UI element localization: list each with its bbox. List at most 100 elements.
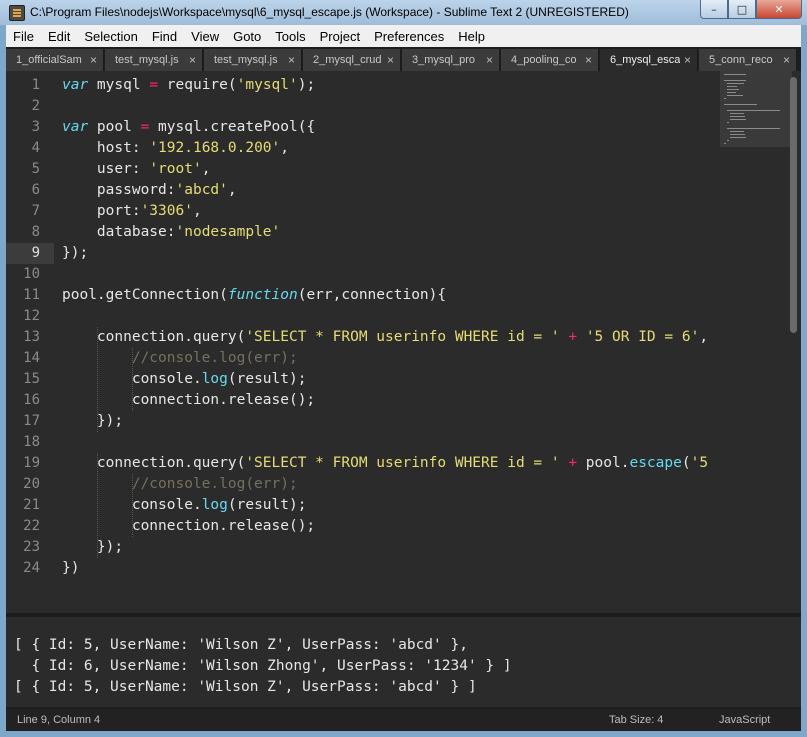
menu-preferences[interactable]: Preferences [367,29,451,44]
menu-help[interactable]: Help [451,29,492,44]
tab-1-officialsample[interactable]: 1_officialSam × [6,49,104,71]
indent-guide [132,348,133,411]
minimap-line [724,143,726,144]
tab-label: 6_mysql_esca [610,54,680,66]
line-number: 3 [31,119,40,135]
code-line[interactable]: port:'3306', [62,201,202,222]
minimap-line [730,119,746,120]
minimap-line [730,113,745,114]
tab-close-icon[interactable]: × [585,49,592,71]
code-area[interactable]: var mysql = require('mysql'); var pool = … [62,71,722,613]
tab-2-mysql-crud[interactable]: 2_mysql_crud × [303,49,401,71]
minimap-line [727,95,743,96]
menu-view[interactable]: View [184,29,226,44]
code-line[interactable]: console.log(result); [62,495,307,516]
indent-guide [97,453,98,558]
menu-edit[interactable]: Edit [41,29,77,44]
minimap-line [727,83,744,84]
line-number: 12 [23,308,40,324]
line-number: 6 [31,182,40,198]
menu-selection[interactable]: Selection [77,29,144,44]
line-number: 20 [23,476,40,492]
tab-test-mysql-1[interactable]: test_mysql.js × [105,49,203,71]
tab-label: test_mysql.js [214,54,278,66]
tab-label: 5_conn_reco [709,54,773,66]
maximize-icon: □ [736,2,748,16]
tab-6-mysql-escape[interactable]: 6_mysql_esca × [600,49,698,71]
menu-find[interactable]: Find [145,29,184,44]
minimap-line [727,122,730,123]
minimize-button[interactable]: – [700,0,728,19]
code-line[interactable]: connection.query('SELECT * FROM userinfo… [62,327,708,348]
code-line[interactable]: connection.query('SELECT * FROM userinfo… [62,453,708,474]
minimap-line [724,74,746,75]
code-line[interactable]: }); [62,537,123,558]
menu-bar: File Edit Selection Find View Goto Tools… [6,25,801,47]
line-number: 11 [23,287,40,303]
tab-close-icon[interactable]: × [486,49,493,71]
minimap-line [727,89,739,90]
line-number: 10 [23,266,40,282]
close-button[interactable]: ✕ [756,0,802,19]
vertical-scrollbar[interactable] [790,77,797,333]
line-number: 15 [23,371,40,387]
maximize-button[interactable]: □ [728,0,756,19]
line-number: 9 [31,245,40,261]
code-line[interactable]: connection.release(); [62,390,315,411]
code-line[interactable]: console.log(result); [62,369,307,390]
code-line[interactable]: }) [62,558,79,579]
line-number: 17 [23,413,40,429]
tab-size-indicator[interactable]: Tab Size: 4 [609,714,663,726]
tab-4-pooling[interactable]: 4_pooling_co × [501,49,599,71]
menu-goto[interactable]: Goto [226,29,268,44]
close-icon: ✕ [774,2,784,16]
line-number: 5 [31,161,40,177]
minimap-line [727,86,737,87]
tab-close-icon[interactable]: × [189,49,196,71]
console-output-line: [ { Id: 5, UserName: 'Wilson Z', UserPas… [14,637,468,653]
code-line[interactable]: }); [62,411,123,432]
line-number: 7 [31,203,40,219]
tab-close-icon[interactable]: × [90,49,97,71]
tab-close-icon[interactable]: × [387,49,394,71]
tab-close-icon[interactable]: × [684,49,691,71]
minimize-icon: – [711,2,717,16]
tab-label: 2_mysql_crud [313,54,382,66]
code-line[interactable]: }); [62,243,88,264]
menu-tools[interactable]: Tools [268,29,312,44]
line-number: 21 [23,497,40,513]
tab-bar: 1_officialSam × test_mysql.js × test_mys… [6,47,801,71]
menu-file[interactable]: File [6,29,41,44]
line-number: 16 [23,392,40,408]
code-editor[interactable]: 1 2 3 4 5 6 7 8 9 10 11 12 13 14 15 16 17 18 19 20 21 22 23 24 … [6,71,801,613]
line-number: 13 [23,329,40,345]
line-number: 19 [23,455,40,471]
code-line[interactable]: password:'abcd', [62,180,237,201]
minimap-line [727,92,736,93]
title-bar: C:\Program Files\nodejs\Workspace\mysql\… [0,0,807,25]
code-line[interactable]: pool.getConnection(function(err,connecti… [62,285,446,306]
code-line[interactable]: connection.release(); [62,516,315,537]
console-output-line: [ { Id: 5, UserName: 'Wilson Z', UserPas… [14,679,477,695]
minimap-line [727,110,780,111]
line-number: 23 [23,539,40,555]
tab-close-icon[interactable]: × [783,49,790,71]
tab-test-mysql-2[interactable]: test_mysql.js × [204,49,302,71]
code-line[interactable]: var pool = mysql.createPool({ [62,117,315,138]
window-frame: File Edit Selection Find View Goto Tools… [6,25,801,731]
tab-3-mysql-pro[interactable]: 3_mysql_pro × [402,49,500,71]
syntax-indicator[interactable]: JavaScript [719,714,770,726]
line-number: 14 [23,350,40,366]
minimap[interactable] [720,71,792,147]
tab-5-conn-reconnect[interactable]: 5_conn_reco × [699,49,797,71]
code-line[interactable]: user: 'root', [62,159,211,180]
code-line[interactable]: host: '192.168.0.200', [62,138,289,159]
indent-guide [132,474,133,537]
tab-close-icon[interactable]: × [288,49,295,71]
code-line[interactable]: var mysql = require('mysql'); [62,75,315,96]
sublime-app-icon [9,5,25,21]
code-line[interactable]: database:'nodesample' [62,222,280,243]
line-number: 2 [31,98,40,114]
menu-project[interactable]: Project [313,29,367,44]
window-title: C:\Program Files\nodejs\Workspace\mysql\… [30,5,629,19]
